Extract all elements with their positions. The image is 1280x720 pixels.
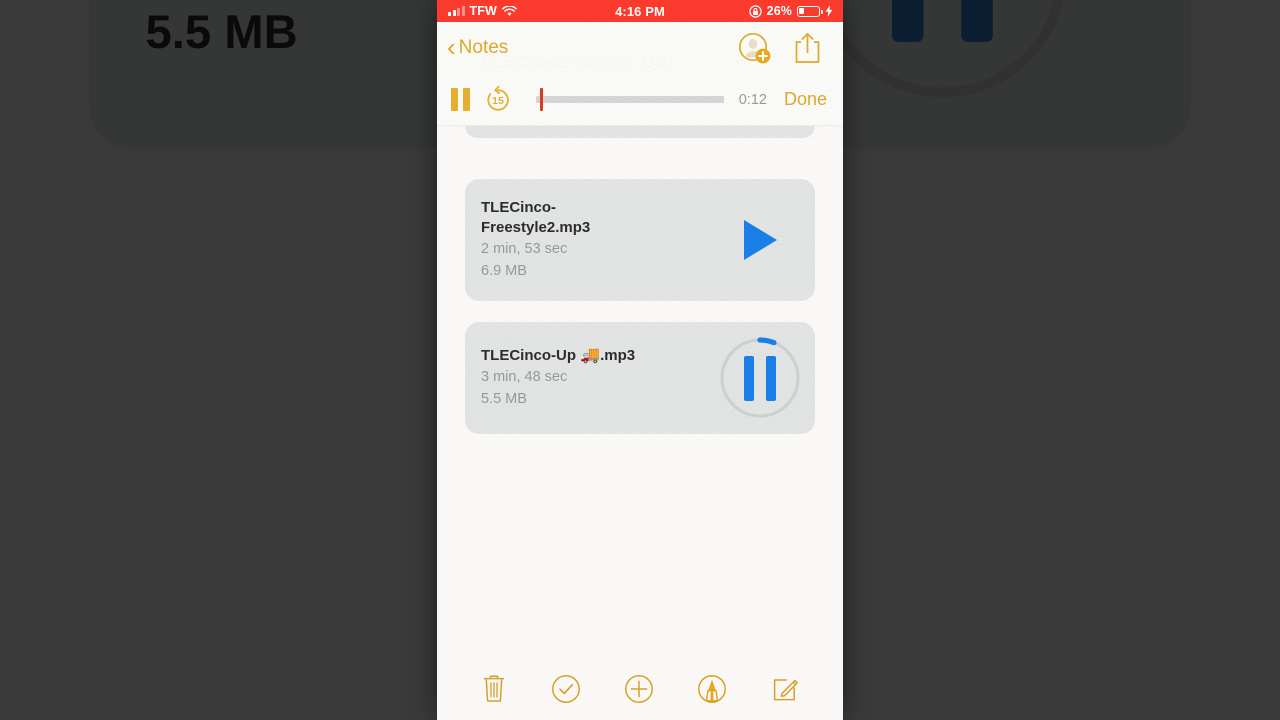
attachment-2-duration: 3 min, 48 sec <box>481 369 568 385</box>
playback-playhead[interactable] <box>539 88 543 111</box>
attachment-1-filename-line2: Freestyle2.mp3 <box>481 219 591 236</box>
navigation-bar: ‹ Notes <box>437 22 843 74</box>
compose-icon[interactable] <box>770 674 800 704</box>
attachment-2-filename-prefix: TLECinco-Up <box>481 347 581 364</box>
battery-icon <box>797 5 823 17</box>
rewind-15-icon[interactable]: 15 <box>483 85 513 115</box>
checkmark-circle-icon[interactable] <box>551 674 581 704</box>
share-icon[interactable] <box>794 32 821 64</box>
attachment-2-filename: TLECinco-Up 🚚.mp3 <box>481 346 705 366</box>
plus-circle-icon[interactable] <box>624 674 654 704</box>
audio-player-bar: 15 0:12 Done <box>437 74 843 126</box>
note-body-scroll-area[interactable]: TLECinco- Freestyle2.mp3 2 min, 53 sec 6… <box>437 126 843 720</box>
bottom-toolbar <box>437 658 843 720</box>
chevron-left-icon: ‹ <box>447 32 456 62</box>
pause-ring-icon[interactable] <box>719 337 801 419</box>
add-person-icon[interactable] <box>738 32 772 64</box>
play-icon[interactable] <box>743 220 777 260</box>
attachment-1-filename-line1: TLECinco- <box>481 199 556 216</box>
navigation-bar-actions <box>738 32 843 64</box>
pause-icon[interactable] <box>451 88 470 111</box>
status-bar-time: 4:16 PM <box>615 3 665 19</box>
playback-track <box>536 96 724 103</box>
attachment-card-1[interactable]: TLECinco- Freestyle2.mp3 2 min, 53 sec 6… <box>465 179 815 301</box>
attachment-1-meta: TLECinco- Freestyle2.mp3 2 min, 53 sec 6… <box>465 182 705 298</box>
markup-pen-circle-icon[interactable] <box>697 674 727 704</box>
attachment-card-partial-above[interactable] <box>465 126 815 138</box>
elapsed-time-label: 0:12 <box>738 91 767 108</box>
trash-icon[interactable] <box>480 674 508 704</box>
back-button-label: Notes <box>458 37 509 58</box>
rewind-seconds-label: 15 <box>492 94 504 107</box>
pause-bars <box>719 337 801 419</box>
back-button[interactable]: ‹ Notes <box>437 32 509 62</box>
attachment-1-size: 6.9 MB <box>481 263 527 279</box>
playback-progress-bar[interactable] <box>528 88 724 111</box>
phone-screen: TFW 4:16 PM 26% ‹ Notes 15 0:12 Done TLE… <box>437 0 843 720</box>
attachment-card-2[interactable]: TLECinco-Up 🚚.mp3 3 min, 48 sec 5.5 MB <box>465 322 815 434</box>
attachment-1-control[interactable] <box>705 220 815 260</box>
status-bar: TFW 4:16 PM 26% <box>437 0 843 22</box>
truck-emoji-icon: 🚚 <box>580 347 601 364</box>
attachment-2-meta: TLECinco-Up 🚚.mp3 3 min, 48 sec 5.5 MB <box>465 330 705 426</box>
attachment-2-size: 5.5 MB <box>481 391 527 407</box>
attachment-1-duration: 2 min, 53 sec <box>481 241 568 257</box>
attachment-2-control[interactable] <box>705 337 815 419</box>
attachment-1-filename: TLECinco- Freestyle2.mp3 <box>481 198 686 238</box>
attachment-2-filename-suffix: .mp3 <box>600 347 636 364</box>
done-button[interactable]: Done <box>780 89 833 110</box>
